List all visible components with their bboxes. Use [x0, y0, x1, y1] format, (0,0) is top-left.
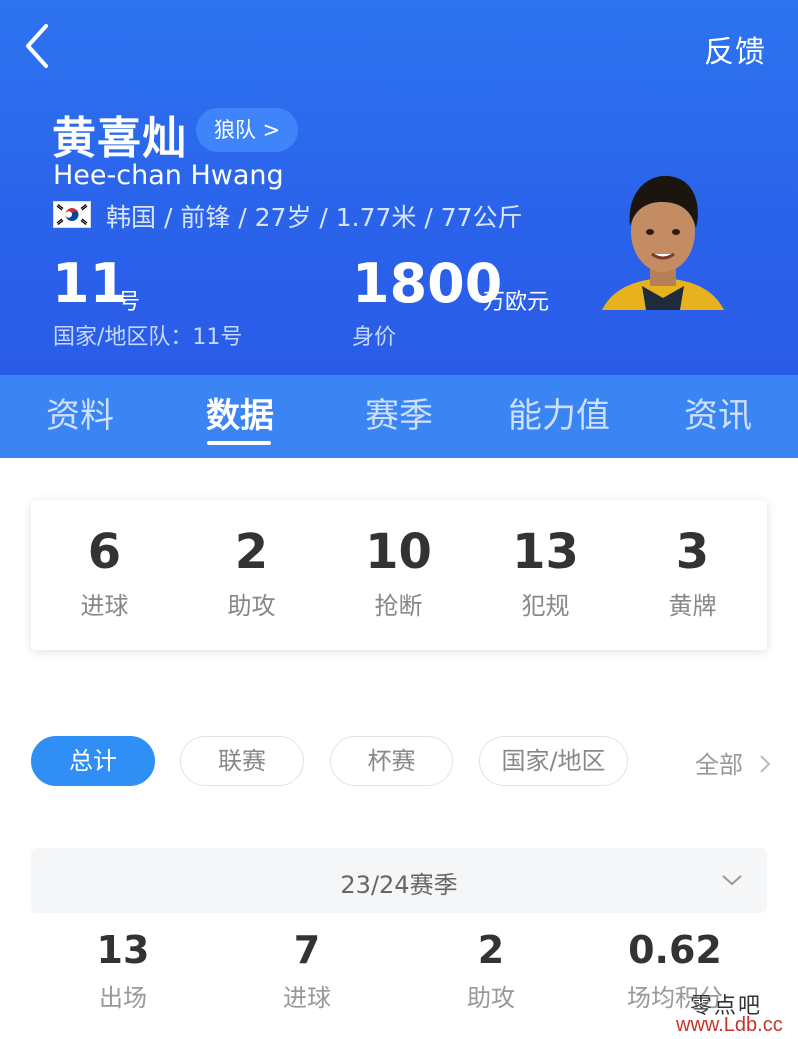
- season-dropdown[interactable]: 23/24赛季: [31, 848, 767, 913]
- active-tab-indicator: [207, 441, 271, 445]
- chevron-left-icon: [26, 24, 48, 68]
- season-stat-value: 0.62: [628, 928, 722, 972]
- season-stat-goals: 7 进球: [217, 928, 397, 1013]
- summary-assists: 2 助攻: [178, 500, 325, 621]
- season-selected-label: 23/24赛季: [340, 871, 458, 899]
- player-header: 反馈 黄喜灿 狼队 > Hee-chan Hwang 韩国 / 前锋 / 27岁…: [0, 0, 798, 375]
- shirt-number: 11: [52, 252, 128, 315]
- market-value: 1800: [352, 252, 503, 315]
- season-stat-value: 7: [293, 928, 321, 972]
- shirt-number-unit: 号: [118, 290, 141, 315]
- summary-value: 3: [675, 524, 710, 580]
- feedback-button[interactable]: 反馈: [704, 27, 766, 71]
- filter-league[interactable]: 联赛: [180, 736, 304, 786]
- stats-summary-card: 6 进球 2 助攻 10 抢断 13 犯规 3 黄牌: [31, 500, 767, 650]
- season-stat-appearances: 13 出场: [33, 928, 213, 1013]
- filter-all-link[interactable]: 全部: [695, 745, 743, 780]
- summary-value: 13: [512, 524, 579, 580]
- player-name-cn: 黄喜灿: [52, 113, 187, 164]
- profile-tabs: 资料 数据 赛季 能力值 资讯: [0, 375, 798, 458]
- season-stat-label: 进球: [283, 984, 331, 1012]
- filter-total[interactable]: 总计: [31, 736, 155, 786]
- national-team-number: 国家/地区队：11号: [53, 325, 243, 350]
- summary-value: 10: [365, 524, 432, 580]
- market-value-unit: 万欧元: [483, 290, 550, 315]
- chevron-right-icon: [760, 755, 771, 773]
- summary-goals: 6 进球: [31, 500, 178, 621]
- filter-cup[interactable]: 杯赛: [330, 736, 453, 786]
- season-stat-value: 2: [477, 928, 505, 972]
- summary-value: 6: [87, 524, 122, 580]
- tab-season[interactable]: 赛季: [319, 375, 479, 458]
- summary-value: 2: [234, 524, 269, 580]
- tab-data[interactable]: 数据: [160, 375, 320, 458]
- club-link[interactable]: 狼队 >: [196, 108, 299, 152]
- summary-label: 黄牌: [668, 592, 717, 620]
- south-korea-flag-icon: [53, 201, 91, 228]
- summary-label: 助攻: [227, 592, 276, 620]
- tab-news[interactable]: 资讯: [638, 375, 798, 458]
- season-stat-assists: 2 助攻: [401, 928, 581, 1013]
- filter-national[interactable]: 国家/地区: [479, 736, 628, 786]
- player-name-en: Hee-chan Hwang: [53, 160, 284, 191]
- summary-label: 进球: [80, 592, 129, 620]
- summary-yellow-cards: 3 黄牌: [619, 500, 766, 621]
- summary-label: 犯规: [521, 592, 570, 620]
- summary-label: 抢断: [374, 592, 423, 620]
- chevron-down-icon: [722, 875, 742, 886]
- watermark-url: www.Ldb.cc: [676, 1014, 783, 1036]
- player-profile-line: 韩国 / 前锋 / 27岁 / 1.77米 / 77公斤: [106, 203, 523, 232]
- tab-profile[interactable]: 资料: [0, 375, 160, 458]
- season-stat-label: 助攻: [467, 984, 515, 1012]
- tab-ability[interactable]: 能力值: [479, 375, 639, 458]
- summary-fouls: 13 犯规: [472, 500, 619, 621]
- season-stat-label: 出场: [99, 984, 147, 1012]
- market-value-label: 身价: [352, 325, 397, 350]
- summary-tackles: 10 抢断: [325, 500, 472, 621]
- player-avatar: [602, 168, 724, 310]
- season-stat-value: 13: [96, 928, 150, 972]
- back-button[interactable]: [18, 22, 62, 70]
